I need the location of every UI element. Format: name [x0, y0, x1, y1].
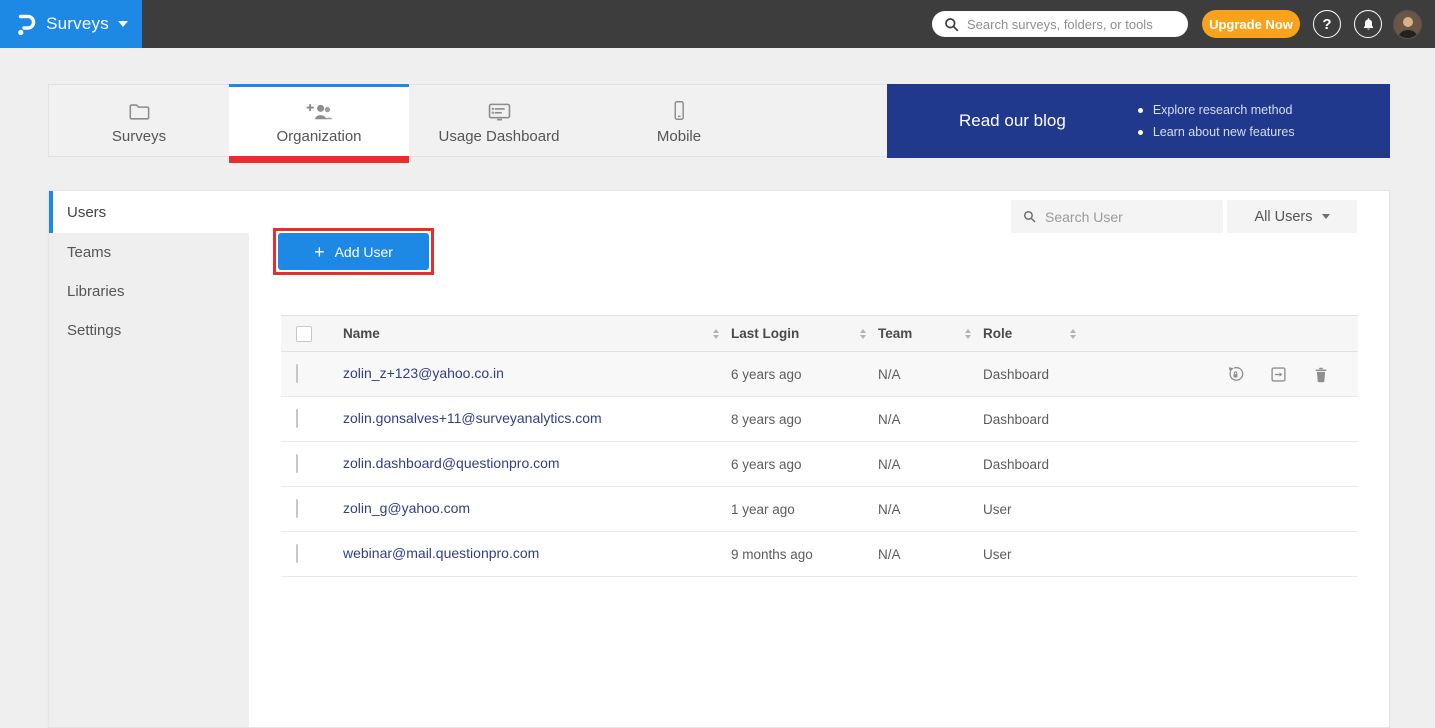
- help-button[interactable]: ?: [1313, 10, 1341, 38]
- users-table-body: zolin_z+123@yahoo.co.in 6 years ago N/A …: [281, 352, 1358, 577]
- tab-label: Organization: [276, 128, 361, 145]
- user-email-link[interactable]: zolin_g@yahoo.com: [343, 500, 470, 516]
- sidebar-group: Teams Libraries Settings: [49, 233, 249, 727]
- last-login-cell: 6 years ago: [731, 457, 878, 472]
- module-tab-bar: Surveys Organization: [48, 84, 1390, 157]
- user-email-link[interactable]: zolin.gonsalves+11@surveyanalytics.com: [343, 410, 602, 426]
- search-icon: [944, 17, 959, 32]
- column-header-role: Role: [983, 316, 1088, 351]
- reset-password-icon[interactable]: [1226, 365, 1245, 384]
- column-header-name: Name: [343, 316, 731, 351]
- users-content: All Users + Add User Name Last Lo: [249, 191, 1389, 727]
- role-cell: Dashboard: [983, 457, 1088, 472]
- last-login-cell: 6 years ago: [731, 367, 878, 382]
- annotation-red-underline: [229, 156, 409, 163]
- team-cell: N/A: [878, 412, 983, 427]
- tab-usage-dashboard[interactable]: Usage Dashboard: [409, 84, 589, 157]
- annotation-red-box: + Add User: [273, 228, 434, 275]
- row-checkbox[interactable]: [296, 364, 298, 383]
- sidebar-item-teams[interactable]: Teams: [49, 233, 249, 272]
- tab-label: Mobile: [657, 128, 701, 145]
- row-checkbox[interactable]: [296, 544, 298, 563]
- questionpro-logo-icon: [14, 11, 37, 37]
- top-navbar: Surveys Upgrade Now ?: [0, 0, 1435, 48]
- table-row: zolin.gonsalves+11@surveyanalytics.com 8…: [281, 397, 1358, 442]
- smartphone-icon: [669, 99, 689, 121]
- sidebar-item-settings[interactable]: Settings: [49, 311, 249, 350]
- topbar-actions: Upgrade Now ?: [932, 0, 1422, 48]
- column-header-team: Team: [878, 316, 983, 351]
- row-actions: [1088, 365, 1358, 384]
- team-cell: N/A: [878, 457, 983, 472]
- notifications-button[interactable]: [1354, 10, 1382, 38]
- user-filter-label: All Users: [1254, 209, 1312, 225]
- dashboard-screen-icon: [488, 99, 511, 121]
- row-checkbox[interactable]: [296, 409, 298, 428]
- search-user-box[interactable]: [1011, 200, 1223, 233]
- team-cell: N/A: [878, 367, 983, 382]
- role-cell: Dashboard: [983, 367, 1088, 382]
- sort-icon[interactable]: [860, 329, 866, 339]
- search-icon: [1023, 210, 1036, 223]
- global-search-input[interactable]: [967, 17, 1176, 32]
- user-filter-dropdown[interactable]: All Users: [1227, 200, 1357, 233]
- tab-organization[interactable]: Organization: [229, 84, 409, 157]
- add-user-button[interactable]: + Add User: [278, 233, 429, 270]
- organization-sidebar: Users Teams Libraries Settings: [49, 191, 249, 727]
- users-table: Name Last Login Team Role: [281, 315, 1358, 577]
- app-root: Surveys Upgrade Now ?: [0, 0, 1435, 728]
- login-as-user-icon[interactable]: [1269, 365, 1288, 384]
- sort-icon[interactable]: [713, 329, 719, 339]
- banner-bullet: Explore research method: [1138, 99, 1295, 121]
- tab-label: Surveys: [112, 128, 166, 145]
- bell-icon: [1361, 16, 1376, 32]
- global-search[interactable]: [932, 11, 1188, 37]
- sidebar-item-users[interactable]: Users: [49, 191, 249, 233]
- team-cell: N/A: [878, 502, 983, 517]
- last-login-cell: 1 year ago: [731, 502, 878, 517]
- table-row: zolin.dashboard@questionpro.com 6 years …: [281, 442, 1358, 487]
- banner-bullet-list: Explore research method Learn about new …: [1138, 99, 1295, 143]
- team-cell: N/A: [878, 547, 983, 562]
- users-table-header: Name Last Login Team Role: [281, 315, 1358, 352]
- search-user-input[interactable]: [1045, 209, 1211, 225]
- chevron-down-icon: [118, 21, 128, 27]
- user-avatar[interactable]: [1393, 10, 1422, 39]
- sort-icon[interactable]: [965, 329, 971, 339]
- question-mark-icon: ?: [1322, 16, 1331, 33]
- blog-banner[interactable]: Read our blog Explore research method Le…: [887, 84, 1390, 158]
- tab-label: Usage Dashboard: [439, 128, 560, 145]
- table-row: zolin_z+123@yahoo.co.in 6 years ago N/A …: [281, 352, 1358, 397]
- row-checkbox[interactable]: [296, 499, 298, 518]
- sidebar-item-libraries[interactable]: Libraries: [49, 272, 249, 311]
- last-login-cell: 9 months ago: [731, 547, 878, 562]
- banner-title: Read our blog: [959, 111, 1066, 131]
- role-cell: User: [983, 502, 1088, 517]
- folder-icon: [128, 99, 150, 121]
- row-checkbox[interactable]: [296, 454, 298, 473]
- chevron-down-icon: [1322, 214, 1330, 219]
- table-row: webinar@mail.questionpro.com 9 months ag…: [281, 532, 1358, 577]
- product-switcher[interactable]: Surveys: [0, 0, 142, 48]
- tab-surveys[interactable]: Surveys: [49, 84, 229, 157]
- user-email-link[interactable]: zolin_z+123@yahoo.co.in: [343, 365, 504, 381]
- product-switcher-label: Surveys: [46, 14, 109, 34]
- add-user-label: Add User: [335, 244, 393, 260]
- organization-panel: Users Teams Libraries Settings All Users: [48, 190, 1390, 728]
- person-add-icon: [306, 99, 333, 121]
- column-header-last-login: Last Login: [731, 316, 878, 351]
- upgrade-now-button[interactable]: Upgrade Now: [1202, 10, 1300, 38]
- role-cell: Dashboard: [983, 412, 1088, 427]
- delete-user-icon[interactable]: [1312, 365, 1330, 384]
- select-all-checkbox[interactable]: [296, 326, 312, 342]
- plus-icon: +: [314, 243, 325, 261]
- sort-icon[interactable]: [1070, 329, 1076, 339]
- user-email-link[interactable]: webinar@mail.questionpro.com: [343, 545, 539, 561]
- role-cell: User: [983, 547, 1088, 562]
- tab-mobile[interactable]: Mobile: [589, 84, 769, 157]
- last-login-cell: 8 years ago: [731, 412, 878, 427]
- table-row: zolin_g@yahoo.com 1 year ago N/A User: [281, 487, 1358, 532]
- user-email-link[interactable]: zolin.dashboard@questionpro.com: [343, 455, 560, 471]
- banner-bullet: Learn about new features: [1138, 121, 1295, 143]
